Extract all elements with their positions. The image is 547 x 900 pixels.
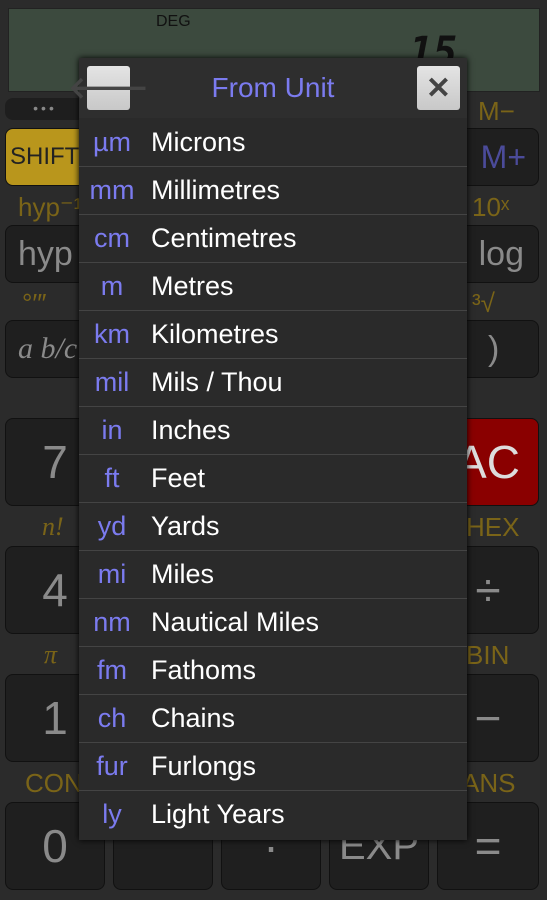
ten-x-label: 10ˣ [472,192,510,222]
close-button[interactable]: ✕ [417,66,460,110]
dms-label: °′″ [22,288,47,318]
unit-name: Furlongs [151,751,257,781]
unit-list: µm Microns mm Millimetres cm Centimetres m Metr… [79,118,467,838]
unit-item[interactable]: in Inches [79,406,467,454]
unit-name: Yards [151,511,220,541]
unit-item[interactable]: µm Microns [79,118,467,166]
cbrt-label: ³√ [472,288,495,318]
unit-item[interactable]: km Kilometres [79,310,467,358]
bin-label: BIN [466,640,510,670]
unit-abbr: ch [97,703,127,733]
unit-name: Millimetres [151,175,281,205]
unit-item[interactable]: yd Yards [79,502,467,550]
unit-abbr: mm [89,175,135,205]
unit-name: Microns [151,126,246,157]
unit-item[interactable]: cm Centimetres [79,214,467,262]
unit-name: Inches [151,415,231,445]
hex-label: HEX [466,512,520,542]
unit-abbr: nm [93,607,131,637]
unit-item[interactable]: ft Feet [79,454,467,502]
unit-name: Metres [151,271,234,301]
unit-item[interactable]: ly Light Years [79,790,467,838]
unit-abbr: µm [92,126,132,157]
unit-name: Kilometres [151,319,279,349]
unit-item[interactable]: fm Fathoms [79,646,467,694]
unit-item[interactable]: m Metres [79,262,467,310]
unit-name: Fathoms [151,655,257,685]
unit-abbr: fm [97,655,127,685]
unit-abbr: ly [102,799,122,829]
unit-name: Mils / Thou [151,367,283,397]
angle-mode: DEG [156,13,191,30]
hyp-inv-label: hyp⁻¹ [18,192,83,222]
unit-abbr: cm [94,223,130,253]
close-icon: ✕ [425,71,452,105]
unit-item[interactable]: fur Furlongs [79,742,467,790]
unit-abbr: km [94,319,130,349]
unit-item[interactable]: mi Miles [79,550,467,598]
unit-item[interactable]: ch Chains [79,694,467,742]
unit-abbr: m [100,271,124,301]
dialog-title: From Unit [211,72,335,103]
m-minus-label: M− [478,96,515,126]
factorial-label: n! [42,512,64,541]
unit-abbr: mi [97,559,127,589]
unit-name: Centimetres [151,223,297,253]
unit-abbr: yd [97,511,127,541]
unit-abbr: fur [96,751,128,781]
unit-name: Light Years [151,799,285,829]
dialog-header: 🡐 From Unit ✕ [68,58,467,118]
unit-abbr: mil [94,367,130,397]
unit-abbr: in [101,415,123,445]
unit-abbr: ft [104,463,120,493]
unit-item[interactable]: mm Millimetres [79,166,467,214]
unit-name: Miles [151,559,215,589]
unit-name: Chains [151,703,236,733]
unit-item[interactable]: nm Nautical Miles [79,598,467,646]
unit-name: Nautical Miles [151,607,320,637]
pi-label: π [44,640,58,669]
from-unit-dialog: 🡐 From Unit ✕ µm Microns mm Millimetres cm Ce… [68,58,467,840]
ans-label: ANS [462,768,516,798]
unit-item[interactable]: mil Mils / Thou [79,358,467,406]
unit-name: Feet [151,463,206,493]
